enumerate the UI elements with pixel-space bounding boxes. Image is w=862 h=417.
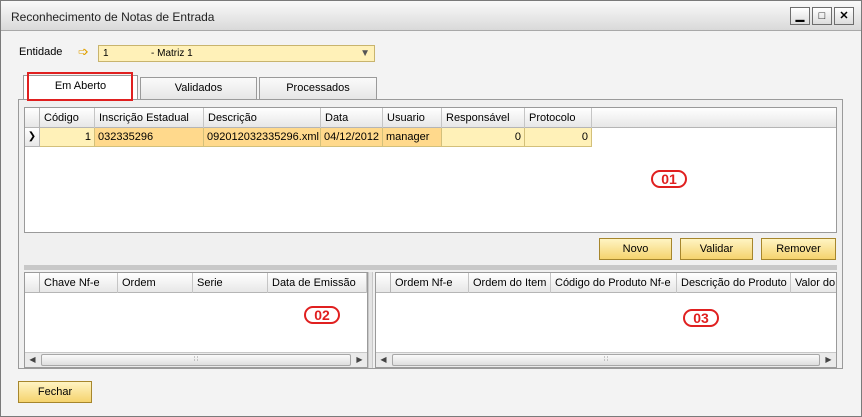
horizontal-scrollbar[interactable]: ◀ ∷ ▶ bbox=[25, 352, 367, 367]
scroll-right-icon[interactable]: ▶ bbox=[822, 354, 835, 366]
column-header[interactable]: Data de Emissão bbox=[268, 273, 367, 293]
header-row-selector bbox=[376, 273, 391, 293]
close-button[interactable]: ✕ bbox=[834, 7, 854, 25]
column-header[interactable]: Código do Produto Nf-e bbox=[551, 273, 677, 293]
cell-data[interactable]: 04/12/2012 bbox=[321, 128, 383, 147]
remover-button[interactable]: Remover bbox=[761, 238, 836, 260]
column-header[interactable]: Ordem do Item bbox=[469, 273, 551, 293]
table-row[interactable]: ❯ 1 032335296 092012032335296.xml 04/12/… bbox=[25, 128, 592, 147]
column-header[interactable]: Ordem Nf-e bbox=[391, 273, 469, 293]
column-header[interactable]: Valor do bbox=[791, 273, 836, 293]
row-selector-arrow-icon[interactable]: ❯ bbox=[25, 128, 40, 147]
cell-descricao[interactable]: 092012032335296.xml bbox=[204, 128, 321, 147]
column-header[interactable]: Usuario bbox=[383, 108, 442, 128]
column-header[interactable]: Ordem bbox=[118, 273, 193, 293]
cell-inscricao[interactable]: 032335296 bbox=[95, 128, 204, 147]
novo-button[interactable]: Novo bbox=[599, 238, 672, 260]
column-header[interactable]: Descrição do Produto bbox=[677, 273, 791, 293]
header-row-selector bbox=[25, 273, 40, 293]
scroll-thumb[interactable]: ∷ bbox=[392, 354, 820, 366]
column-header[interactable]: Protocolo bbox=[525, 108, 592, 128]
scroll-right-icon[interactable]: ▶ bbox=[353, 354, 366, 366]
column-header[interactable]: Inscrição Estadual bbox=[95, 108, 204, 128]
scroll-left-icon[interactable]: ◀ bbox=[377, 354, 390, 366]
grid-header: Código Inscrição Estadual Descrição Data… bbox=[25, 108, 836, 128]
column-header[interactable]: Código bbox=[40, 108, 95, 128]
annotation-01: 01 bbox=[651, 170, 687, 188]
entity-label: Entidade bbox=[19, 46, 63, 58]
column-header[interactable]: Data bbox=[321, 108, 383, 128]
left-grid[interactable]: Chave Nf-e Ordem Serie Data de Emissão 0… bbox=[24, 272, 368, 368]
vertical-splitter[interactable] bbox=[368, 272, 373, 368]
tab-highlight-box bbox=[27, 72, 133, 101]
column-header[interactable]: Responsável bbox=[442, 108, 525, 128]
annotation-03: 03 bbox=[683, 309, 719, 327]
horizontal-scrollbar[interactable]: ◀ ∷ ▶ bbox=[376, 352, 836, 367]
link-arrow-icon[interactable]: ➩ bbox=[78, 44, 89, 60]
horizontal-splitter[interactable] bbox=[24, 265, 837, 270]
cell-usuario[interactable]: manager bbox=[383, 128, 442, 147]
title-bar: Reconhecimento de Notas de Entrada ▁ □ ✕ bbox=[1, 1, 861, 31]
cell-responsavel[interactable]: 0 bbox=[442, 128, 525, 147]
column-header[interactable]: Chave Nf-e bbox=[40, 273, 118, 293]
tab-label: Validados bbox=[174, 82, 223, 94]
column-header[interactable]: Serie bbox=[193, 273, 268, 293]
cell-codigo[interactable]: 1 bbox=[40, 128, 95, 147]
window: Reconhecimento de Notas de Entrada ▁ □ ✕… bbox=[0, 0, 862, 417]
scroll-thumb[interactable]: ∷ bbox=[41, 354, 351, 366]
chevron-down-icon[interactable]: ▼ bbox=[360, 48, 370, 59]
minimize-button[interactable]: ▁ bbox=[790, 7, 810, 25]
tab-panel: Código Inscrição Estadual Descrição Data… bbox=[18, 99, 843, 369]
window-title: Reconhecimento de Notas de Entrada bbox=[11, 10, 215, 24]
entity-select[interactable]: 1 - Matriz 1 ▼ bbox=[98, 45, 375, 62]
main-grid[interactable]: Código Inscrição Estadual Descrição Data… bbox=[24, 107, 837, 233]
column-header[interactable]: Descrição bbox=[204, 108, 321, 128]
scroll-left-icon[interactable]: ◀ bbox=[26, 354, 39, 366]
tab-label: Processados bbox=[286, 82, 350, 94]
grid-header: Chave Nf-e Ordem Serie Data de Emissão bbox=[25, 273, 367, 293]
grid-header: Ordem Nf-e Ordem do Item Código do Produ… bbox=[376, 273, 836, 293]
cell-protocolo[interactable]: 0 bbox=[525, 128, 592, 147]
tab-validados[interactable]: Validados bbox=[140, 77, 257, 99]
tab-processados[interactable]: Processados bbox=[259, 77, 377, 99]
entity-name: - Matriz 1 bbox=[151, 48, 193, 59]
annotation-02: 02 bbox=[304, 306, 340, 324]
entity-code: 1 bbox=[103, 48, 109, 59]
fechar-button[interactable]: Fechar bbox=[18, 381, 92, 403]
right-grid[interactable]: Ordem Nf-e Ordem do Item Código do Produ… bbox=[375, 272, 837, 368]
maximize-button[interactable]: □ bbox=[812, 7, 832, 25]
validar-button[interactable]: Validar bbox=[680, 238, 753, 260]
header-row-selector bbox=[25, 108, 40, 128]
